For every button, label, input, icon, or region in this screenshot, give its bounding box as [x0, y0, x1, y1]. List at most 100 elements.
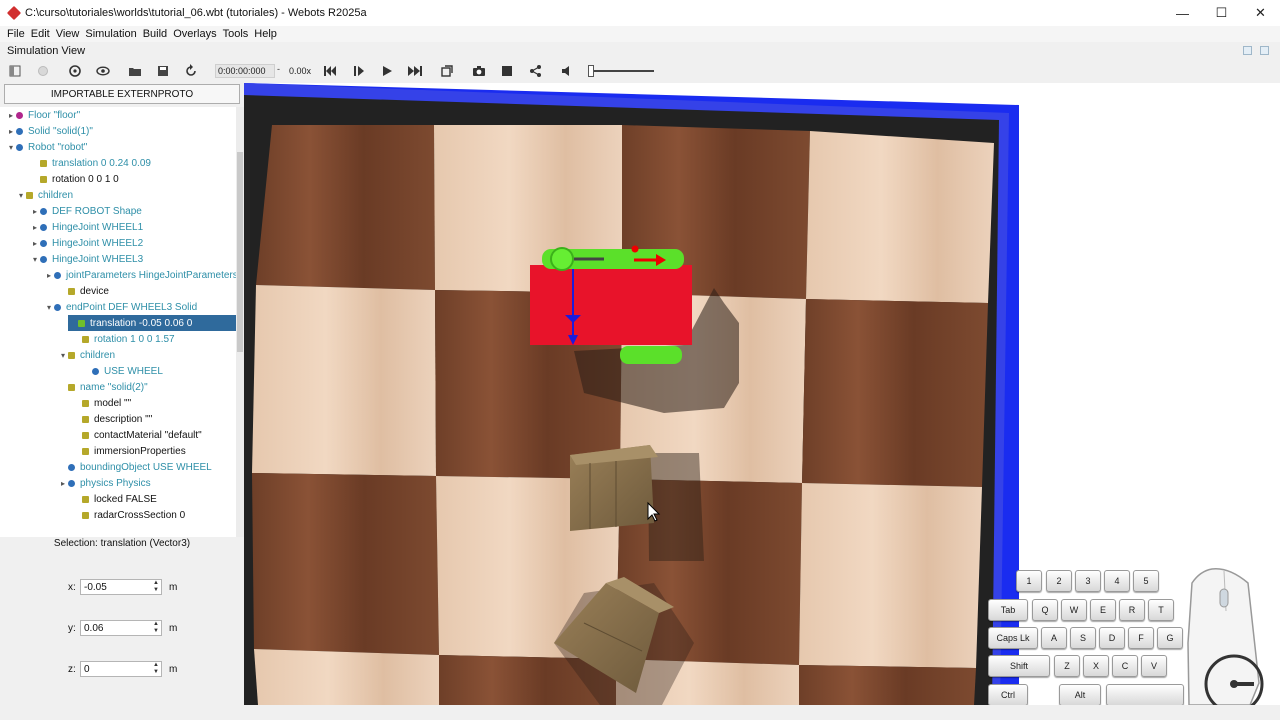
panel-toggle-icon[interactable] [6, 62, 24, 80]
expander-arrow-icon[interactable]: ▸ [30, 239, 40, 248]
key-a: A [1041, 627, 1067, 649]
scene-tree-row[interactable]: ▸ HingeJoint WHEEL1 [30, 219, 143, 235]
simulation-time-display: 0:00:00:000 [215, 64, 275, 78]
expander-arrow-icon[interactable]: ▾ [58, 351, 68, 360]
scene-tree-row-label: Floor "floor" [28, 109, 81, 121]
spin-arrows-icon[interactable]: ▲ ▼ [153, 621, 159, 635]
scene-tree-row[interactable]: ▾ Robot "robot" [6, 139, 87, 155]
expander-arrow-icon[interactable]: ▸ [30, 207, 40, 216]
robot-body[interactable] [530, 265, 692, 345]
scene-tree-row[interactable]: ▸ Floor "floor" [6, 107, 80, 123]
volume-icon[interactable] [558, 62, 576, 80]
scene-tree-row[interactable]: radarCrossSection 0 [72, 507, 185, 523]
record-icon[interactable] [34, 62, 52, 80]
reload-icon[interactable] [66, 62, 84, 80]
close-panel-icon[interactable] [1260, 46, 1269, 55]
menu-build[interactable]: Build [140, 28, 170, 40]
spin-arrows-icon[interactable]: ▲ ▼ [153, 662, 159, 676]
float-panel-icon[interactable] [1243, 46, 1252, 55]
scene-tree-row[interactable]: ▾ endPoint DEF WHEEL3 Solid [44, 299, 197, 315]
scene-tree-row[interactable]: model "" [72, 395, 131, 411]
open-world-icon[interactable] [126, 62, 144, 80]
menu-file[interactable]: File [4, 28, 28, 40]
step-icon[interactable] [350, 62, 368, 80]
y-value-spinbox[interactable]: 0.06 ▲ ▼ [80, 620, 162, 636]
screenshot-icon[interactable] [470, 62, 488, 80]
scrollbar-thumb[interactable] [237, 152, 243, 352]
reset-icon[interactable] [182, 62, 200, 80]
expander-arrow-icon[interactable]: ▾ [44, 303, 54, 312]
wheel-bottom[interactable] [620, 346, 682, 364]
key-r: R [1119, 599, 1145, 621]
menu-view[interactable]: View [53, 28, 83, 40]
expander-arrow-icon[interactable]: ▸ [30, 223, 40, 232]
scene-tree-row[interactable]: ▾ HingeJoint WHEEL3 [30, 251, 143, 267]
scene-tree-row-label: translation -0.05 0.06 0 [90, 317, 193, 329]
scene-tree-row[interactable]: immersionProperties [72, 443, 186, 459]
wooden-crate-1[interactable] [570, 445, 658, 531]
menu-edit[interactable]: Edit [28, 28, 53, 40]
scene-tree-row-selected[interactable]: translation -0.05 0.06 0 [68, 315, 236, 331]
close-button[interactable]: ✕ [1241, 0, 1280, 26]
scene-tree-row[interactable]: name "solid(2)" [58, 379, 148, 395]
expander-arrow-icon[interactable]: ▸ [6, 111, 16, 120]
scene-tree-row[interactable]: contactMaterial "default" [72, 427, 202, 443]
expander-arrow-icon[interactable]: ▸ [44, 271, 54, 280]
rotation-handle-icon[interactable] [550, 247, 574, 271]
scene-tree-row[interactable]: locked FALSE [72, 491, 157, 507]
scene-tree-row-label: rotation 0 0 1 0 [52, 173, 119, 185]
3d-view[interactable]: 1 2 3 4 5 Tab Q W E R T Caps Lk A S D F … [244, 83, 1280, 705]
field-bullet-icon [82, 495, 89, 503]
share-icon[interactable] [526, 62, 544, 80]
z-value-spinbox[interactable]: 0 ▲ ▼ [80, 661, 162, 677]
expander-arrow-icon[interactable]: ▸ [58, 479, 68, 488]
importable-externproto-button[interactable]: IMPORTABLE EXTERNPROTO [4, 84, 240, 104]
scene-tree-row-label: endPoint DEF WHEEL3 Solid [66, 301, 198, 313]
expander-arrow-icon[interactable]: ▾ [16, 191, 26, 200]
expander-arrow-icon[interactable]: ▾ [30, 255, 40, 264]
scene-tree-row[interactable]: device [58, 283, 109, 299]
field-bullet-icon [78, 319, 85, 327]
scene-tree-row[interactable]: ▾ children [58, 347, 115, 363]
menu-tools[interactable]: Tools [220, 28, 252, 40]
scene-tree-row[interactable]: boundingObject USE WHEEL [58, 459, 212, 475]
play-icon[interactable] [378, 62, 396, 80]
menu-simulation[interactable]: Simulation [82, 28, 139, 40]
record-movie-icon[interactable] [498, 62, 516, 80]
minimize-button[interactable]: — [1163, 0, 1202, 26]
fullscreen-icon[interactable] [438, 62, 456, 80]
menu-help[interactable]: Help [251, 28, 280, 40]
scene-tree-row[interactable]: ▸ jointParameters HingeJointParameters [44, 267, 236, 283]
menu-overlays[interactable]: Overlays [170, 28, 219, 40]
expander-arrow-icon[interactable]: ▸ [6, 127, 16, 136]
scene-tree-row[interactable]: rotation 0 0 1 0 [30, 171, 119, 187]
spin-arrows-icon[interactable]: ▲ ▼ [153, 580, 159, 594]
x-value-spinbox[interactable]: -0.05 ▲ ▼ [80, 579, 162, 595]
expander-arrow-icon[interactable]: ▾ [6, 143, 16, 152]
scene-tree-row-label: name "solid(2)" [80, 381, 148, 393]
scene-tree-row[interactable]: ▸ HingeJoint WHEEL2 [30, 235, 143, 251]
scene-tree-row[interactable]: USE WHEEL [82, 363, 163, 379]
scene-tree-row[interactable]: description "" [72, 411, 152, 427]
rotation-handle-red-icon[interactable] [631, 245, 639, 253]
scene-tree-row-label: boundingObject USE WHEEL [80, 461, 212, 473]
volume-slider-handle[interactable] [588, 65, 594, 77]
view-eye-icon[interactable] [94, 62, 112, 80]
y-label: y: [68, 622, 76, 634]
scene-tree-row[interactable]: ▾ children [16, 187, 73, 203]
scene-tree-scrollbar[interactable] [236, 107, 244, 537]
scene-tree-row[interactable]: translation 0 0.24 0.09 [30, 155, 151, 171]
z-field-row: z: 0 ▲ ▼ m [68, 660, 177, 678]
scene-tree-row-label: HingeJoint WHEEL1 [52, 221, 144, 233]
maximize-button[interactable]: ☐ [1202, 0, 1241, 26]
step-back-icon[interactable] [321, 62, 339, 80]
scene-tree-row[interactable]: rotation 1 0 0 1.57 [72, 331, 175, 347]
scene-tree-row-label: Solid "solid(1)" [28, 125, 93, 137]
fast-forward-icon[interactable] [406, 62, 424, 80]
volume-slider-track[interactable] [590, 70, 654, 72]
scene-tree-row[interactable]: ▸ Solid "solid(1)" [6, 123, 93, 139]
scene-tree-row[interactable]: ▸ physics Physics [58, 475, 151, 491]
save-world-icon[interactable] [154, 62, 172, 80]
scene-tree-row-label: children [38, 189, 74, 201]
scene-tree-row[interactable]: ▸ DEF ROBOT Shape [30, 203, 142, 219]
